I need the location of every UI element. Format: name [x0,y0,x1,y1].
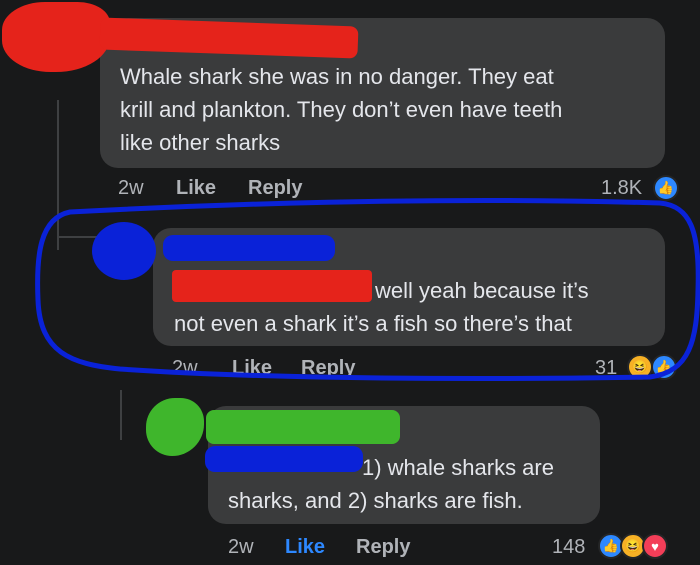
blue-scribble-outline [35,197,700,381]
